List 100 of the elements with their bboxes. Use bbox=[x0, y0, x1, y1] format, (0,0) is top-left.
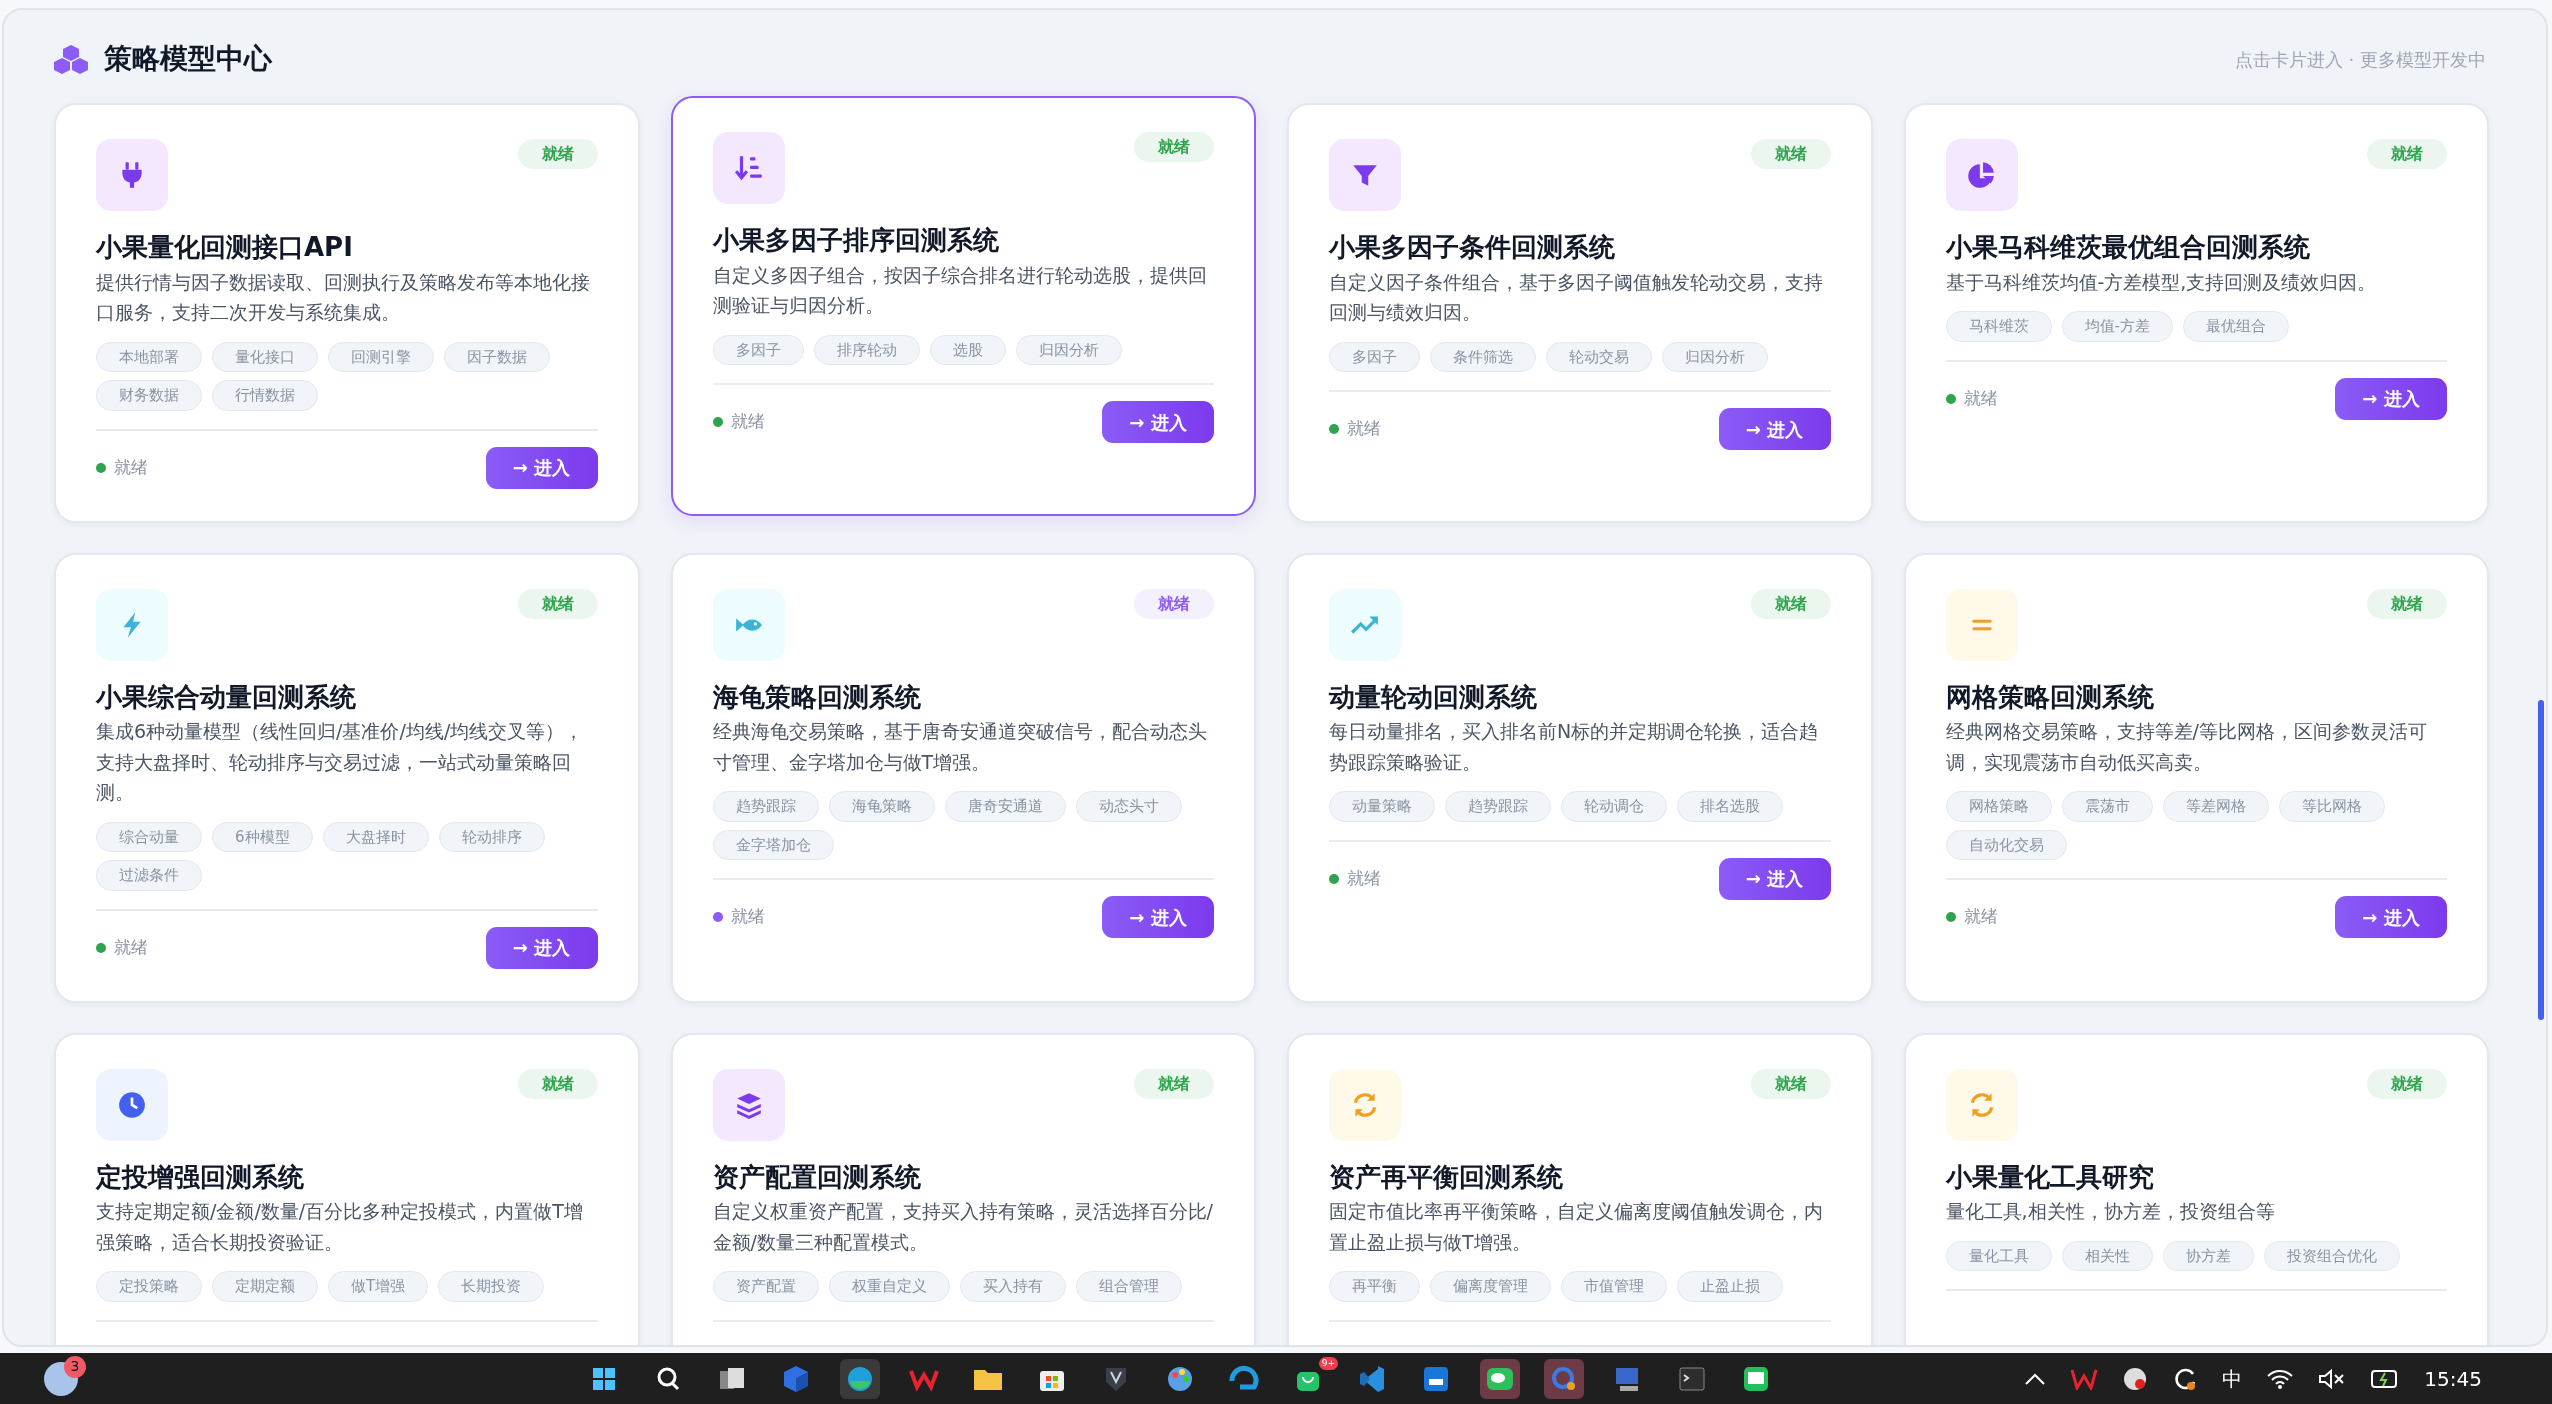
model-card[interactable]: 就绪 小果量化工具研究 量化工具,相关性，协方差，投资组合等 量化工具 相关性 协方差 投资组合优化 bbox=[1903, 1032, 2489, 1345]
tag: 等差网格 bbox=[2162, 791, 2269, 822]
tag: 动量策略 bbox=[1329, 791, 1435, 822]
model-card[interactable]: 就绪 小果综合动量回测系统 集成6种动量模型（线性回归/基准价/均线/均线交叉等），支持大盘择时、轮动排序与交易过滤，一站式动量策略回测。 综合动量 6种模型 大盘择时 轮动排序 过滤条件 就绪 → 进入 bbox=[54, 552, 640, 1003]
card-description: 提供行情与因子数据读取、回测执行及策略发布等本地化接口服务，支持二次开发与系统集成。 bbox=[96, 269, 591, 326]
status-badge: 就绪 bbox=[1750, 139, 1831, 169]
tag: 相关性 bbox=[2061, 1240, 2153, 1272]
tag: 量化工具 bbox=[1945, 1240, 2052, 1272]
status-badge: 就绪 bbox=[1134, 132, 1214, 162]
tag: 均值-方差 bbox=[2061, 311, 2173, 342]
status-text: 就绪 bbox=[730, 905, 765, 929]
model-card[interactable]: 就绪 资产再平衡回测系统 固定市值比率再平衡策略，自定义偏离度阈值触发调仓，内置止盈止损与做T增强。 再平衡 偏离度管理 市值管理 止盈止损 bbox=[1287, 1032, 1873, 1345]
tag: 做T增强 bbox=[328, 1271, 429, 1302]
notification-badge: 3 bbox=[64, 1355, 86, 1378]
scrollbar-thumb[interactable] bbox=[2538, 700, 2544, 1020]
refresh-icon bbox=[1329, 1068, 1401, 1141]
enter-button[interactable]: → 进入 bbox=[1718, 857, 1831, 900]
tag: 偏离度管理 bbox=[1430, 1271, 1551, 1302]
tag: 回测引擎 bbox=[328, 341, 434, 373]
tag: 排名选股 bbox=[1677, 791, 1783, 822]
hint-text: 点击卡片进入 · 更多模型开发中 bbox=[2234, 47, 2486, 72]
tag: 轮动交易 bbox=[1546, 341, 1652, 373]
trend-up-icon bbox=[1329, 588, 1401, 661]
model-card[interactable]: 就绪 小果马科维茨最优组合回测系统 基于马科维茨均值-方差模型,支持回测及绩效归因。 马科维茨 均值-方差 最优组合 就绪 → 进入 bbox=[1903, 103, 2489, 523]
card-description: 量化工具,相关性，协方差，投资组合等 bbox=[1945, 1199, 2276, 1225]
tag: 买入持有 bbox=[959, 1271, 1066, 1302]
tag: 震荡市 bbox=[2061, 791, 2153, 822]
tag: 定投策略 bbox=[96, 1271, 202, 1302]
model-card[interactable]: 就绪 资产配置回测系统 自定义权重资产配置，支持买入持有策略，灵活选择百分比/金额/数量三种配置模式。 资产配置 权重自定义 买入持有 组合管理 bbox=[670, 1032, 1256, 1345]
card-title: 小果多因子排序回测系统 bbox=[712, 224, 1000, 257]
card-description: 集成6种动量模型（线性回归/基准价/均线/均线交叉等），支持大盘择时、轮动排序与交易过滤，一站式动量策略回测。 bbox=[96, 719, 585, 806]
wifi-icon[interactable] bbox=[2266, 1367, 2295, 1390]
status-badge: 就绪 bbox=[1134, 588, 1214, 619]
model-card[interactable]: 就绪 小果多因子条件回测系统 自定义因子条件组合，基于多因子阈值触发轮动交易，支持回测与绩效归因。 多因子 条件筛选 轮动交易 归因分析 就绪 → 进入 bbox=[1287, 103, 1873, 523]
chevron-up-icon[interactable] bbox=[2024, 1371, 2047, 1386]
card-description: 每日动量排名，买入排名前N标的并定期调仓轮换，适合趋势跟踪策略验证。 bbox=[1329, 719, 1820, 775]
enter-button[interactable]: → 进入 bbox=[1718, 408, 1831, 451]
model-card[interactable]: 就绪 动量轮动回测系统 每日动量排名，买入排名前N标的并定期调仓轮换，适合趋势跟踪策略验证。 动量策略 趋势跟踪 轮动调仓 排名选股 就绪 → 进入 bbox=[1287, 552, 1873, 1003]
tag: 动态头寸 bbox=[1075, 791, 1182, 822]
globe-icon[interactable] bbox=[846, 1364, 874, 1393]
status-badge: 就绪 bbox=[517, 588, 598, 619]
enter-button[interactable]: → 进入 bbox=[485, 446, 598, 489]
status-text: 就绪 bbox=[730, 410, 765, 434]
enter-button[interactable]: → 进入 bbox=[485, 926, 598, 969]
model-card[interactable]: 就绪 小果量化回测接口API 提供行情与因子数据读取、回测执行及策略发布等本地化接口服务，支持二次开发与系统集成。 本地部署 量化接口 回测引擎 因子数据 财务数据 行情数据 就绪 → 进入 bbox=[54, 103, 640, 523]
status-badge: 就绪 bbox=[517, 139, 598, 169]
tag: 排序轮动 bbox=[813, 334, 920, 366]
tag: 因子数据 bbox=[444, 341, 550, 373]
tag: 大盘择时 bbox=[322, 821, 429, 853]
card-title: 小果综合动量回测系统 bbox=[96, 680, 357, 714]
model-card[interactable]: 就绪 网格策略回测系统 经典网格交易策略，支持等差/等比网格，区间参数灵活可调，实现震荡市自动低买高卖。 网格策略 震荡市 等差网格 等比网格 自动化交易 就绪 → 进入 bbox=[1903, 552, 2489, 1003]
card-description: 支持定期定额/金额/数量/百分比多种定投模式，内置做T增强策略，适合长期投资验证。 bbox=[96, 1199, 584, 1255]
card-description: 基于马科维茨均值-方差模型,支持回测及绩效归因。 bbox=[1945, 269, 2378, 295]
card-description: 经典网格交易策略，支持等差/等比网格，区间参数灵活可调，实现震荡市自动低买高卖。 bbox=[1945, 719, 2428, 775]
card-description: 自定义多因子组合，按因子综合排名进行轮动选股，提供回测验证与归因分析。 bbox=[712, 262, 1208, 319]
page-title: 策略模型中心 bbox=[104, 41, 272, 77]
tag: 趋势跟踪 bbox=[712, 791, 819, 822]
clock-icon bbox=[96, 1068, 168, 1141]
card-description: 固定市值比率再平衡策略，自定义偏离度阈值触发调仓，内置止盈止损与做T增强。 bbox=[1329, 1199, 1824, 1255]
status-text: 就绪 bbox=[1347, 866, 1381, 890]
ball-icon[interactable] bbox=[2122, 1365, 2149, 1392]
enter-button[interactable]: → 进入 bbox=[1102, 401, 1214, 444]
pie-chart-icon bbox=[1945, 139, 2018, 211]
tag: 协方差 bbox=[2162, 1240, 2254, 1272]
status-text: 就绪 bbox=[114, 935, 148, 959]
chat-icon[interactable] bbox=[1486, 1365, 1514, 1392]
ring-icon[interactable] bbox=[1550, 1364, 1578, 1393]
zigzag-icon[interactable] bbox=[2070, 1367, 2099, 1390]
tag: 自动化交易 bbox=[1945, 829, 2067, 861]
tag: 条件筛选 bbox=[1430, 341, 1536, 373]
enter-button[interactable]: → 进入 bbox=[2335, 896, 2447, 939]
tag: 资产配置 bbox=[712, 1271, 819, 1302]
status-badge: 就绪 bbox=[2367, 588, 2447, 619]
equals-icon bbox=[1945, 588, 2018, 661]
sort-icon bbox=[712, 132, 785, 204]
card-title: 小果量化工具研究 bbox=[1945, 1160, 2155, 1194]
status-badge: 就绪 bbox=[2367, 139, 2447, 169]
tag: 综合动量 bbox=[96, 821, 202, 853]
model-card[interactable]: 就绪 海龟策略回测系统 经典海龟交易策略，基于唐奇安通道突破信号，配合动态头寸管理、金字塔加仓与做T增强。 趋势跟踪 海龟策略 唐奇安通道 动态头寸 金字塔加仓 就绪 → 进入 bbox=[670, 552, 1256, 1003]
tag: 过滤条件 bbox=[96, 860, 202, 891]
status-badge: 就绪 bbox=[1750, 1068, 1831, 1099]
tag: 网格策略 bbox=[1945, 791, 2052, 822]
tag: 投资组合优化 bbox=[2263, 1240, 2400, 1272]
count-badge: 9+ bbox=[1318, 1356, 1338, 1370]
model-card[interactable]: 就绪 小果多因子排序回测系统 自定义多因子组合，按因子综合排名进行轮动选股，提供回测验证与归因分析。 多因子 排序轮动 选股 归因分析 就绪 → 进入 bbox=[670, 96, 1256, 516]
card-title: 网格策略回测系统 bbox=[1945, 680, 2155, 714]
enter-button[interactable]: → 进入 bbox=[2335, 377, 2447, 420]
refresh-icon bbox=[1945, 1068, 2018, 1141]
tag: 再平衡 bbox=[1329, 1271, 1420, 1302]
tag: 唐奇安通道 bbox=[944, 791, 1066, 822]
cubes-icon bbox=[54, 44, 88, 74]
enter-button[interactable]: → 进入 bbox=[1102, 896, 1214, 939]
card-description: 自定义权重资产配置，支持买入持有策略，灵活选择百分比/金额/数量三种配置模式。 bbox=[712, 1199, 1214, 1255]
model-card[interactable]: 就绪 定投增强回测系统 支持定期定额/金额/数量/百分比多种定投模式，内置做T增强策略，适合长期投资验证。 定投策略 定期定额 做T增强 长期投资 bbox=[54, 1032, 640, 1345]
tag: 组合管理 bbox=[1075, 1271, 1182, 1302]
card-title: 小果多因子条件回测系统 bbox=[1329, 231, 1616, 264]
status-badge: 就绪 bbox=[517, 1068, 598, 1099]
speaker-muted-icon[interactable] bbox=[2318, 1367, 2347, 1390]
tag: 止盈止损 bbox=[1677, 1271, 1783, 1302]
input-method-indicator[interactable]: 中 bbox=[2222, 1363, 2243, 1394]
